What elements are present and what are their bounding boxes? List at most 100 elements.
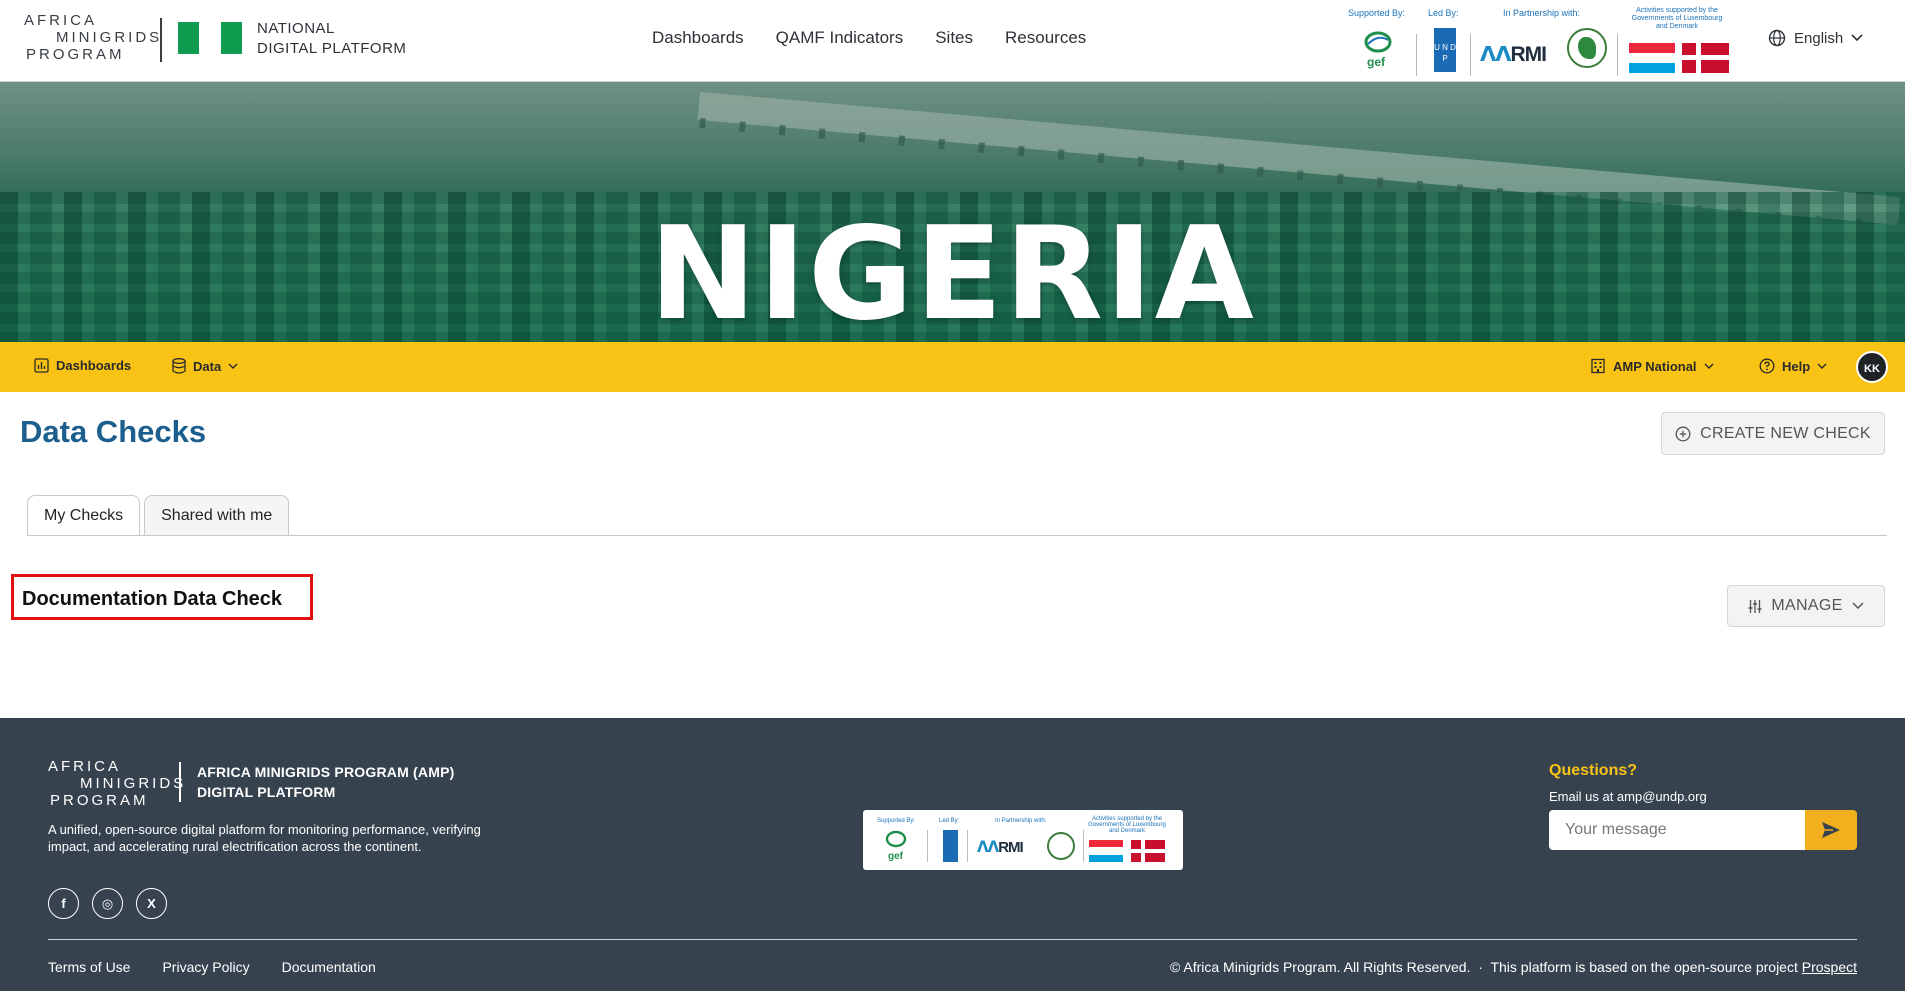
supported-by-label: Supported By:: [1348, 8, 1406, 18]
logo-divider: [160, 18, 162, 62]
building-icon: [1591, 358, 1605, 374]
footer-activities-label: Activities supported by the Governments …: [1088, 816, 1166, 834]
footer-title-line-1: AFRICA MINIGRIDS PROGRAM (AMP): [197, 764, 455, 780]
contact-email: Email us at amp@undp.org: [1549, 789, 1707, 804]
help-circle-icon: [1759, 358, 1775, 374]
manage-button[interactable]: MANAGE: [1727, 585, 1885, 627]
subnav-dashboards[interactable]: Dashboards: [34, 358, 131, 373]
footer-copyright: © Africa Minigrids Program. All Rights R…: [1170, 959, 1857, 975]
footer-logo-line-3: PROGRAM: [50, 792, 149, 809]
chevron-down-icon: [1704, 363, 1714, 369]
language-selector[interactable]: English: [1768, 29, 1863, 47]
subnav-data-dropdown[interactable]: Data: [172, 358, 238, 374]
gef-logo-icon: gef: [885, 830, 907, 862]
footer-supported-by-label: Supported By:: [877, 818, 916, 824]
facebook-icon[interactable]: f: [48, 888, 79, 919]
main-nav: Dashboards QAMF Indicators Sites Resourc…: [652, 28, 1086, 48]
rmi-logo: ᐱᐱRMI: [1480, 42, 1547, 67]
african-union-seal-icon: [1567, 28, 1607, 68]
chevron-down-icon: [228, 363, 238, 369]
footer-links: Terms of Use Privacy Policy Documentatio…: [48, 959, 376, 975]
footer-led-by-label: Led By:: [939, 818, 960, 824]
x-icon[interactable]: X: [136, 888, 167, 919]
partner-separator: [1617, 34, 1618, 76]
create-new-check-button[interactable]: CREATE NEW CHECK: [1661, 412, 1885, 455]
denmark-flag-icon: [1131, 840, 1165, 862]
copyright-separator: ·: [1474, 959, 1487, 975]
plus-circle-icon: [1675, 426, 1691, 441]
denmark-flag-icon: [1682, 43, 1729, 73]
footer-rmi-text: RMI: [998, 839, 1023, 856]
logo-line-3: PROGRAM: [26, 46, 125, 63]
database-icon: [172, 358, 186, 374]
sliders-icon: [1748, 599, 1762, 613]
bar-chart-icon: [34, 358, 49, 373]
prospect-link[interactable]: Prospect: [1802, 959, 1857, 975]
subnav-data-label: Data: [193, 358, 222, 374]
tab-shared-with-me[interactable]: Shared with me: [144, 495, 290, 535]
instagram-icon[interactable]: ◎: [92, 888, 123, 919]
hero-banner: NIGERIA: [0, 82, 1905, 342]
organization-selector[interactable]: AMP National: [1590, 358, 1714, 374]
partner-separator: [1470, 34, 1471, 76]
page-title: Data Checks: [20, 414, 207, 449]
secondary-nav: Dashboards Data AMP National Help KK: [0, 342, 1905, 392]
led-by-label: Led By:: [1428, 8, 1459, 18]
activities-label: Activities supported by the Governments …: [1631, 7, 1723, 30]
globe-icon: [1768, 29, 1786, 47]
svg-text:gef: gef: [1367, 55, 1386, 69]
rmi-text: RMI: [1510, 43, 1547, 66]
footer-partner-separator: [927, 830, 928, 862]
nav-sites[interactable]: Sites: [935, 28, 973, 48]
platform-title-line-2: DIGITAL PLATFORM: [257, 40, 407, 57]
footer-logo-line-2: MINIGRIDS: [80, 775, 187, 792]
footer-divider: [48, 939, 1857, 940]
amp-logo[interactable]: AFRICA MINIGRIDS PROGRAM: [24, 12, 159, 64]
send-icon: [1822, 822, 1840, 838]
logo-line-2: MINIGRIDS: [56, 29, 163, 46]
documentation-link[interactable]: Documentation: [282, 959, 376, 975]
footer-logo-line-1: AFRICA: [48, 758, 122, 775]
rmi-mark-icon: ᐱᐱ: [1480, 43, 1512, 66]
gef-logo-icon: gef: [1364, 31, 1392, 69]
send-message-button[interactable]: [1805, 810, 1857, 850]
user-avatar[interactable]: KK: [1856, 351, 1888, 383]
luxembourg-flag-icon: [1089, 840, 1123, 862]
tab-my-checks[interactable]: My Checks: [27, 495, 141, 536]
platform-title: NATIONAL DIGITAL PLATFORM: [257, 19, 406, 59]
footer-title-line-2: DIGITAL PLATFORM: [197, 784, 336, 800]
organization-label: AMP National: [1613, 358, 1697, 374]
footer-logo-divider: [179, 762, 181, 802]
help-dropdown[interactable]: Help: [1759, 358, 1827, 374]
hero-title: NIGERIA: [649, 200, 1256, 342]
questions-heading: Questions?: [1549, 762, 1638, 779]
platform-title-line-1: NATIONAL: [257, 20, 335, 37]
footer-partnership-label: In Partnership with:: [995, 818, 1047, 824]
footer-partner-separator: [1083, 830, 1084, 862]
chevron-down-icon: [1852, 602, 1864, 610]
partner-separator: [1416, 34, 1417, 76]
partnership-label: In Partnership with:: [1503, 8, 1581, 18]
undp-logo: U N D P: [1434, 28, 1456, 72]
footer-amp-logo[interactable]: AFRICA MINIGRIDS PROGRAM: [48, 758, 183, 809]
rmi-mark-icon: ᐱᐱ: [977, 839, 999, 856]
terms-of-use-link[interactable]: Terms of Use: [48, 959, 130, 975]
nav-dashboards[interactable]: Dashboards: [652, 28, 744, 48]
undp-text: U N D P: [1434, 43, 1456, 63]
data-check-title[interactable]: Documentation Data Check: [11, 574, 313, 620]
top-header: AFRICA MINIGRIDS PROGRAM NATIONAL DIGITA…: [0, 0, 1905, 82]
footer-partner-logos: Supported By: Led By: In Partnership wit…: [863, 810, 1183, 870]
rmi-logo: ᐱᐱRMI: [977, 838, 1024, 856]
nigeria-flag-icon: [178, 22, 242, 54]
nav-resources[interactable]: Resources: [1005, 28, 1086, 48]
checks-tabs: My Checks Shared with me: [27, 495, 290, 536]
chevron-down-icon: [1851, 34, 1863, 42]
nav-qamf-indicators[interactable]: QAMF Indicators: [776, 28, 904, 48]
privacy-policy-link[interactable]: Privacy Policy: [162, 959, 249, 975]
prospect-text: This platform is based on the open-sourc…: [1490, 959, 1798, 975]
undp-logo-icon: [943, 830, 958, 862]
message-input[interactable]: [1549, 810, 1805, 850]
partner-logos: Supported By: Led By: In Partnership wit…: [1340, 6, 1740, 76]
footer-title: AFRICA MINIGRIDS PROGRAM (AMP) DIGITAL P…: [197, 762, 454, 802]
logo-line-1: AFRICA: [24, 12, 98, 29]
